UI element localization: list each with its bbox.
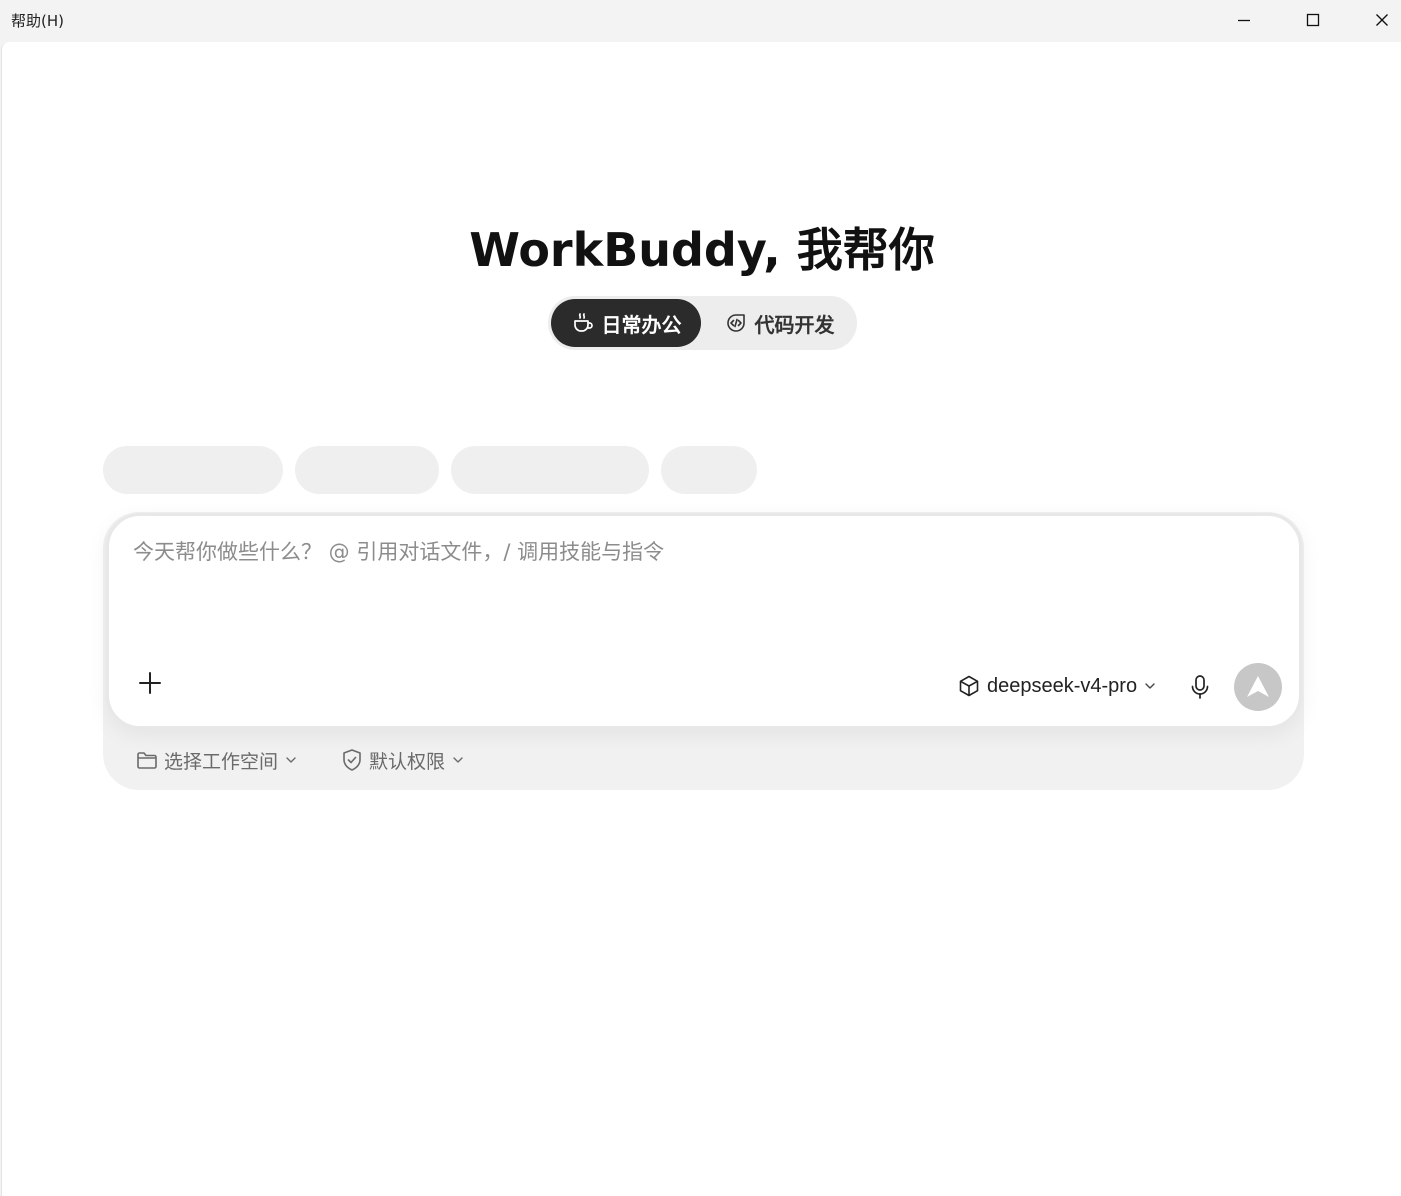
minimize-icon <box>1238 19 1250 22</box>
cube-icon <box>959 675 979 697</box>
chevron-down-icon <box>1145 683 1155 689</box>
prompt-input[interactable] <box>133 536 1233 616</box>
workspace-label: 选择工作空间 <box>164 750 279 773</box>
suggestion-chip-placeholder[interactable] <box>451 446 649 494</box>
close-icon <box>1376 14 1388 26</box>
suggestion-chip-placeholder[interactable] <box>295 446 439 494</box>
minimize-button[interactable] <box>1221 0 1267 40</box>
send-arrow-icon <box>1247 676 1269 697</box>
suggestion-chip-placeholder[interactable] <box>103 446 283 494</box>
folder-icon <box>137 752 157 769</box>
workspace-selector[interactable]: 选择工作空间 <box>136 745 298 775</box>
send-button[interactable] <box>1234 663 1282 711</box>
model-selector[interactable]: deepseek-v4-pro <box>957 672 1157 700</box>
plus-icon <box>139 672 161 694</box>
add-button[interactable] <box>137 670 163 696</box>
chevron-down-icon <box>286 757 296 763</box>
hero-title: WorkBuddy, 我帮你 <box>469 223 935 277</box>
mode-toggle: 日常办公 代码开发 <box>548 296 857 350</box>
code-icon <box>726 314 745 332</box>
permission-label: 默认权限 <box>369 750 446 773</box>
chevron-down-icon <box>453 757 463 763</box>
tab-code-dev-label: 代码开发 <box>754 312 835 337</box>
title-bar: 帮助(H) <box>0 0 1401 42</box>
shield-check-icon <box>343 749 361 771</box>
suggestion-chip-placeholder[interactable] <box>661 446 757 494</box>
tab-code-dev[interactable]: 代码开发 <box>704 299 854 347</box>
permission-selector[interactable]: 默认权限 <box>341 745 465 775</box>
voice-input-button[interactable] <box>1187 673 1213 701</box>
model-name: deepseek-v4-pro <box>987 674 1138 697</box>
main-panel: WorkBuddy, 我帮你 日常办公 代码开发 今天帮你做些什么？ @ 引用对… <box>1 42 1401 1196</box>
tab-daily-office-label: 日常办公 <box>601 312 682 337</box>
maximize-icon <box>1306 13 1320 27</box>
coffee-cup-icon <box>573 313 593 332</box>
composer: deepseek-v4-pro <box>106 513 1302 729</box>
tab-daily-office[interactable]: 日常办公 <box>551 299 701 347</box>
menu-help[interactable]: 帮助(H) <box>11 10 64 31</box>
microphone-icon <box>1191 675 1209 699</box>
close-button[interactable] <box>1359 0 1401 40</box>
maximize-button[interactable] <box>1290 0 1336 40</box>
